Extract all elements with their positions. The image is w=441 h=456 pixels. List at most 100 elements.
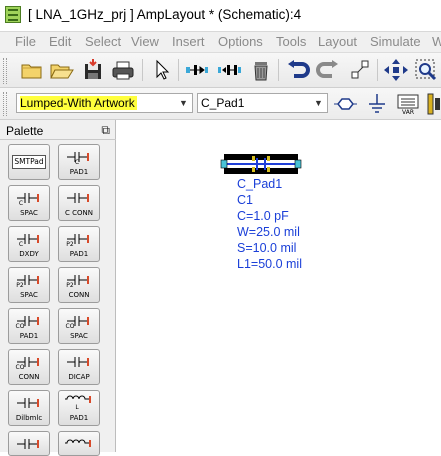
palette-item-capacitor[interactable] bbox=[8, 431, 50, 456]
window-title: [ LNA_1GHz_prj ] AmpLayout * (Schematic)… bbox=[28, 7, 302, 22]
palette-item-c-conn[interactable]: C CONN bbox=[58, 185, 100, 221]
palette-item-p2-pad1[interactable]: P2 PAD1 bbox=[58, 226, 100, 262]
float-window-icon[interactable]: ⧉ bbox=[101, 123, 110, 138]
palette-item-label: SPAC bbox=[20, 209, 38, 217]
palette-item-dilbmlc[interactable]: Dilbmlc bbox=[8, 390, 50, 426]
capacitor-p2-pad-icon: P2 bbox=[66, 234, 89, 248]
menu-layout[interactable]: Layout bbox=[318, 34, 357, 49]
palette-item-c-spac[interactable]: C SPAC bbox=[8, 185, 50, 221]
palette-header: Palette ⧉ bbox=[0, 122, 116, 140]
capacitor-p2-conn-icon: P2 bbox=[66, 275, 89, 289]
undo-icon[interactable] bbox=[285, 58, 311, 82]
palette-item-label: PAD1 bbox=[69, 414, 89, 422]
inductor-pad-icon: L bbox=[65, 395, 91, 411]
menu-window[interactable]: W bbox=[432, 34, 441, 49]
library-select[interactable]: Lumped-With Artwork ▼ bbox=[16, 93, 193, 113]
palette-item-c-pad1[interactable]: C PAD1 bbox=[58, 144, 100, 180]
svg-text:L: L bbox=[75, 404, 79, 410]
open-folder-icon[interactable] bbox=[49, 58, 75, 82]
svg-text:P2: P2 bbox=[16, 282, 24, 287]
palette-item-inductor[interactable] bbox=[58, 431, 100, 456]
component-select[interactable]: C_Pad1 ▼ bbox=[197, 93, 328, 113]
menu-tools[interactable]: Tools bbox=[276, 34, 306, 49]
component-name: C_Pad1 bbox=[237, 177, 283, 191]
chevron-down-icon[interactable]: ▼ bbox=[177, 95, 190, 111]
port-icon[interactable] bbox=[332, 92, 358, 116]
capacitor-dicap-icon bbox=[67, 357, 89, 367]
palette-panel: Palette ⧉ SMTPad C PAD1 C SPAC C CONN C … bbox=[0, 120, 116, 456]
ground-icon[interactable] bbox=[364, 92, 390, 116]
capacitor-cq-conn-icon: CQ bbox=[16, 357, 39, 371]
menu-view[interactable]: View bbox=[131, 34, 159, 49]
simulation-icon[interactable] bbox=[426, 92, 441, 116]
svg-text:C: C bbox=[19, 200, 23, 205]
library-select-value: Lumped-With Artwork bbox=[20, 96, 137, 110]
palette-item-p2-spac[interactable]: P2 SPAC bbox=[8, 267, 50, 303]
palette-item-label: PAD1 bbox=[69, 168, 89, 176]
palette-item-c-dxdy[interactable]: C DXDY bbox=[8, 226, 50, 262]
zoom-icon[interactable] bbox=[414, 58, 440, 82]
component-param: W=25.0 mil bbox=[237, 225, 300, 239]
menu-insert[interactable]: Insert bbox=[172, 34, 205, 49]
palette-item-dicap[interactable]: DICAP bbox=[58, 349, 100, 385]
toolbar-grip[interactable] bbox=[3, 92, 7, 116]
palette-item-l-pad1[interactable]: L PAD1 bbox=[58, 390, 100, 426]
save-icon[interactable] bbox=[80, 58, 106, 82]
component-instance: C1 bbox=[237, 193, 253, 207]
menu-file[interactable]: File bbox=[15, 34, 36, 49]
palette-item-label: PAD1 bbox=[19, 332, 39, 340]
palette-item-label: Dilbmlc bbox=[15, 414, 43, 422]
palette-item-p2-conn[interactable]: P2 CONN bbox=[58, 267, 100, 303]
palette-item-label: CONN bbox=[18, 373, 40, 381]
title-bar: [ LNA_1GHz_prj ] AmpLayout * (Schematic)… bbox=[0, 0, 441, 32]
var-label: VAR bbox=[402, 109, 414, 116]
capacitor-p2-spac-icon: P2 bbox=[16, 275, 39, 289]
component-select-value: C_Pad1 bbox=[201, 96, 245, 110]
palette-item-cq-spac[interactable]: CQ SPAC bbox=[58, 308, 100, 344]
library-toolbar: Lumped-With Artwork ▼ C_Pad1 ▼ VAR bbox=[0, 88, 441, 120]
svg-text:C: C bbox=[75, 159, 79, 164]
palette-item-label: SPAC bbox=[70, 332, 88, 340]
select-arrow-icon[interactable] bbox=[148, 58, 174, 82]
component-param: C=1.0 pF bbox=[237, 209, 289, 223]
palette-item-label: CONN bbox=[68, 291, 90, 299]
mirror-y-icon[interactable] bbox=[216, 58, 242, 82]
palette-item-label: C CONN bbox=[65, 209, 93, 217]
menu-simulate[interactable]: Simulate bbox=[370, 34, 421, 49]
svg-text:CQ: CQ bbox=[16, 364, 25, 369]
probe-icon[interactable] bbox=[347, 58, 373, 82]
menu-select[interactable]: Select bbox=[85, 34, 121, 49]
app-logo-icon bbox=[5, 6, 21, 23]
menu-edit[interactable]: Edit bbox=[49, 34, 71, 49]
palette-item-cq-pad1[interactable]: CQ PAD1 bbox=[8, 308, 50, 344]
chevron-down-icon[interactable]: ▼ bbox=[312, 95, 325, 111]
menu-bar: File Edit Select View Insert Options Too… bbox=[0, 32, 441, 52]
toolbar-separator bbox=[278, 59, 279, 81]
var-icon[interactable]: VAR bbox=[395, 92, 421, 116]
redo-icon[interactable] bbox=[315, 58, 341, 82]
menu-options[interactable]: Options bbox=[218, 34, 263, 49]
svg-text:P2: P2 bbox=[66, 282, 74, 287]
svg-text:P2: P2 bbox=[66, 241, 74, 246]
new-folder-icon[interactable] bbox=[19, 58, 45, 82]
svg-text:CQ: CQ bbox=[66, 323, 75, 328]
capacitor-conn-icon bbox=[67, 193, 89, 203]
palette-title: Palette bbox=[6, 124, 44, 138]
capacitor-dxdy-icon: C bbox=[17, 234, 39, 248]
capacitor-pad-component[interactable] bbox=[220, 152, 302, 176]
mirror-x-icon[interactable] bbox=[184, 58, 210, 82]
move-icon[interactable] bbox=[383, 58, 409, 82]
svg-text:C: C bbox=[19, 241, 23, 246]
toolbar-separator bbox=[178, 59, 179, 81]
print-icon[interactable] bbox=[110, 58, 136, 82]
component-param: L1=50.0 mil bbox=[237, 257, 302, 271]
toolbar-grip[interactable] bbox=[3, 58, 7, 84]
palette-item-cq-conn[interactable]: CQ CONN bbox=[8, 349, 50, 385]
capacitor-icon bbox=[17, 439, 39, 449]
palette-item-smtpad[interactable]: SMTPad bbox=[8, 144, 50, 180]
palette-item-label: DICAP bbox=[68, 373, 90, 381]
delete-icon[interactable] bbox=[248, 58, 274, 82]
toolbar-separator bbox=[142, 59, 143, 81]
capacitor-cq-spac-icon: CQ bbox=[66, 316, 89, 330]
capacitor-pad-icon: C bbox=[67, 152, 89, 166]
